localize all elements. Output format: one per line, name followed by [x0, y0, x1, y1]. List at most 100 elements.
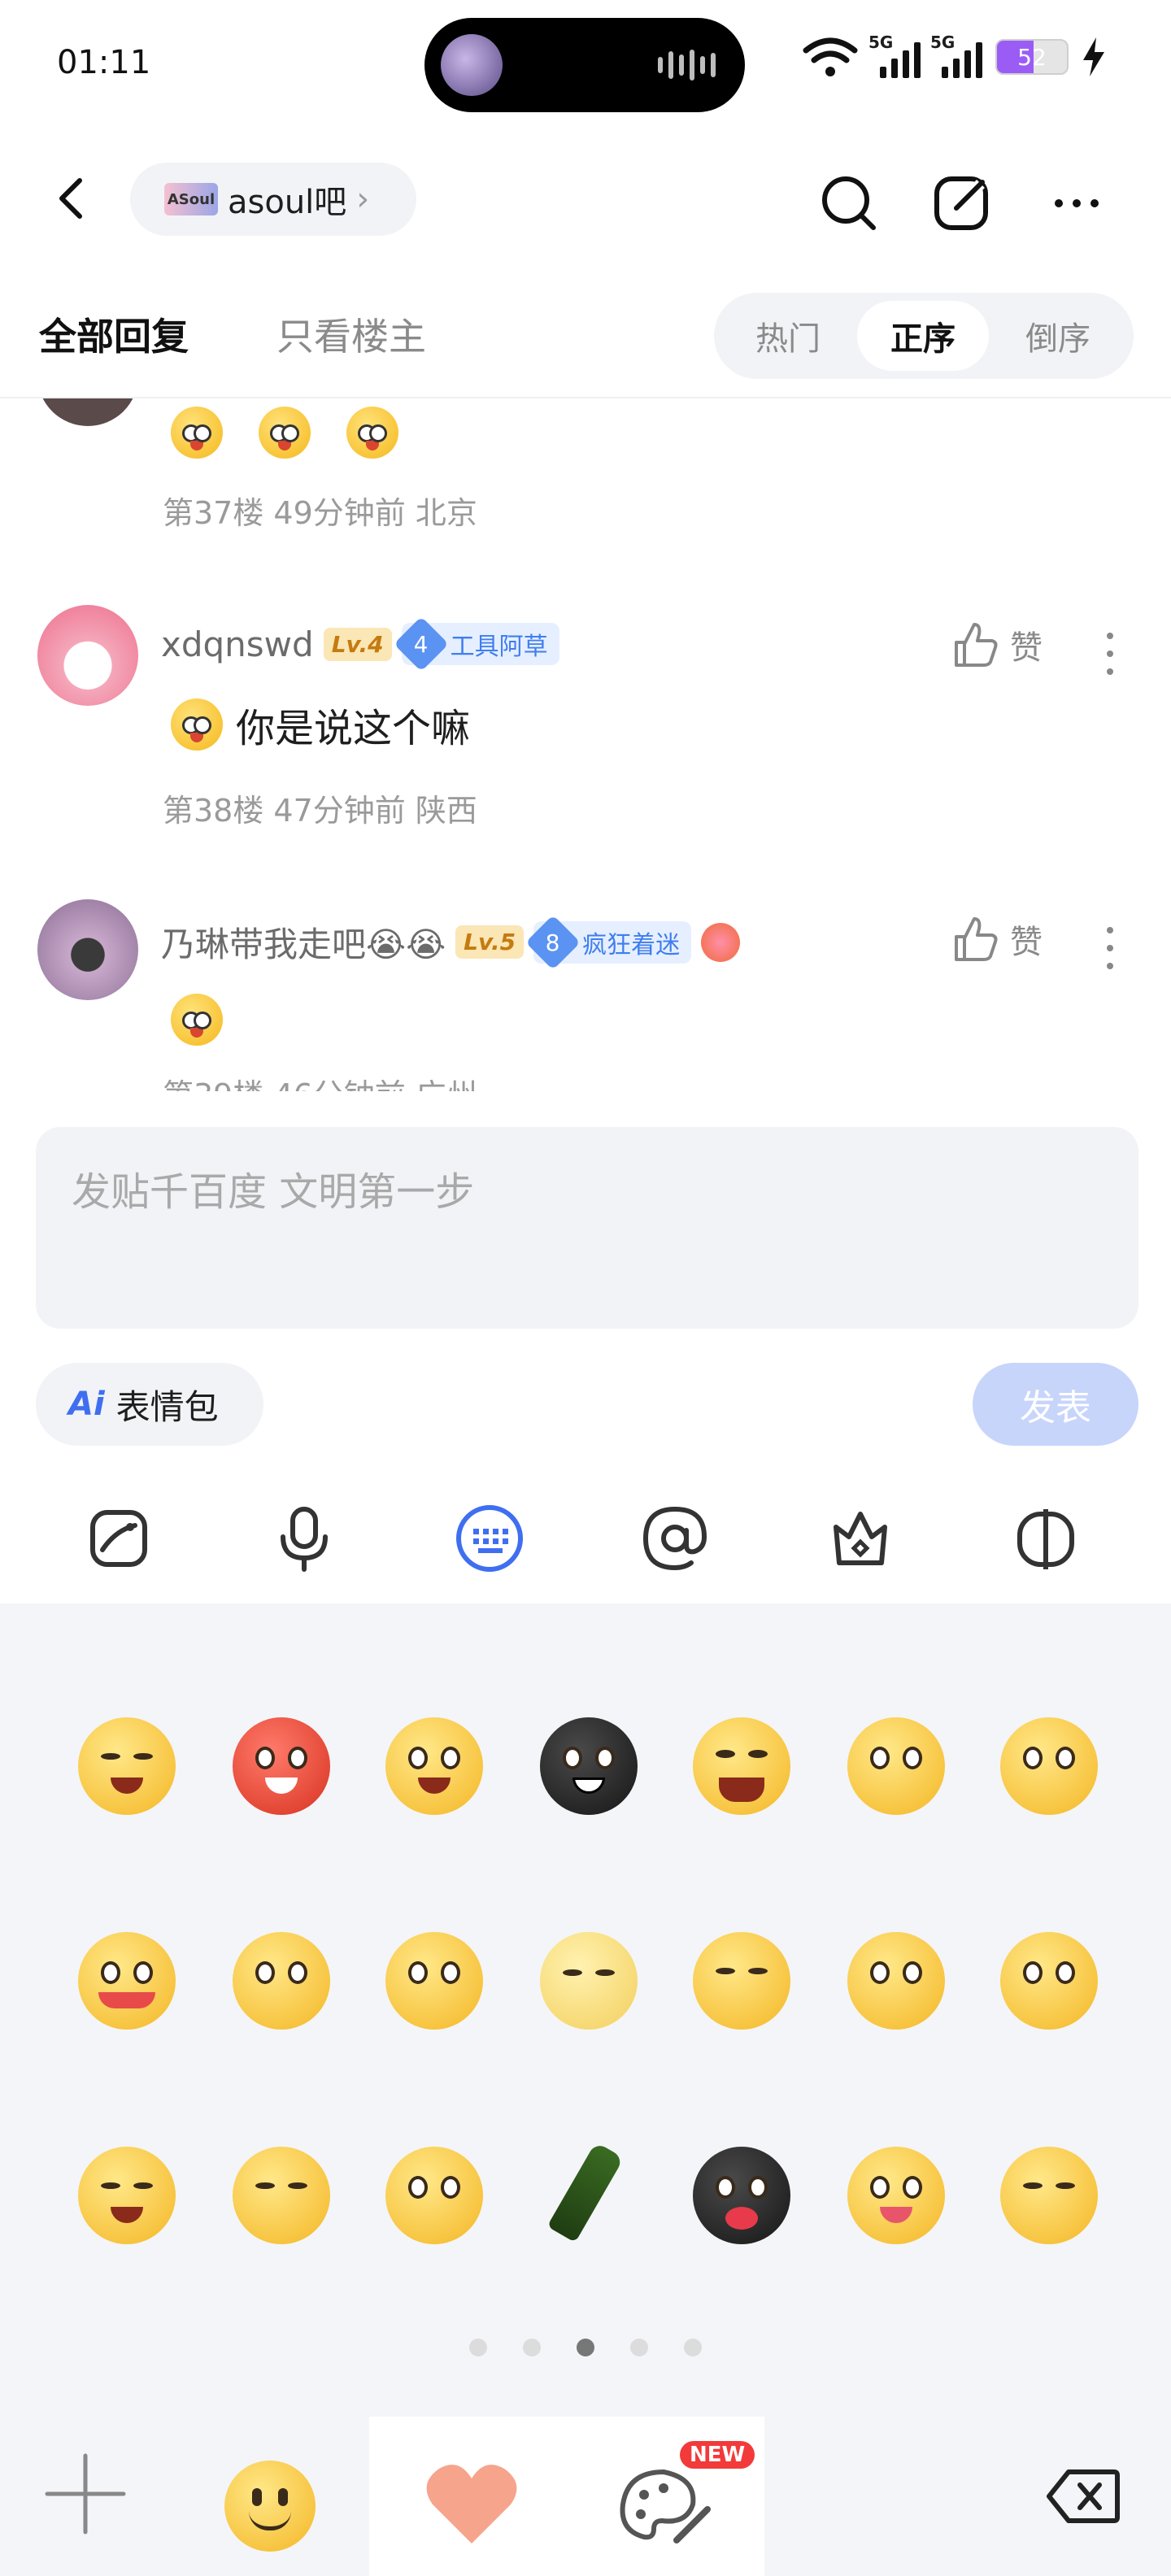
reply-meta: 第38楼 47分钟前 陕西 — [163, 793, 477, 829]
username[interactable]: xdqnswd — [161, 624, 314, 664]
signal-icon: 5G — [868, 33, 921, 78]
at-icon[interactable] — [634, 1498, 716, 1579]
composer: 发贴千百度 文明第一步 Ai 表情包 发表 — [0, 1091, 1171, 1603]
ai-icon: Ai — [68, 1386, 105, 1423]
wifi-icon — [803, 37, 858, 76]
emoji-skeptical-icon[interactable] — [385, 2147, 483, 2244]
dynamic-island[interactable] — [424, 18, 745, 112]
plus-icon[interactable] — [41, 2449, 130, 2539]
like-button[interactable]: 赞 — [951, 621, 1043, 668]
emoji-watermelon-icon[interactable] — [78, 1932, 176, 2030]
avatar — [37, 398, 138, 426]
emoji-hiding-icon[interactable] — [847, 1932, 945, 2030]
reply-tabs: 全部回复 只看楼主 热门 正序 倒序 — [0, 293, 1171, 398]
page-dot[interactable] — [469, 2339, 487, 2356]
palette-category-icon[interactable] — [612, 2462, 717, 2552]
reply-content — [171, 994, 223, 1046]
gift-icon[interactable] — [820, 1498, 901, 1579]
sort-hot[interactable]: 热门 — [722, 301, 854, 371]
back-icon[interactable] — [49, 174, 98, 223]
tab-op-only[interactable]: 只看楼主 — [276, 307, 426, 361]
avatar[interactable] — [37, 899, 138, 1000]
level-badge: Lv.5 — [455, 925, 525, 959]
sort-descending[interactable]: 倒序 — [992, 301, 1124, 371]
charging-icon — [1083, 37, 1104, 76]
emoji-laugh-icon[interactable] — [693, 1717, 790, 1815]
battery-icon: 52 — [995, 39, 1069, 75]
reply-input[interactable]: 发贴千百度 文明第一步 — [36, 1127, 1138, 1329]
diamond-icon: 4 — [393, 616, 449, 672]
search-icon[interactable] — [816, 171, 882, 236]
sticker-icon[interactable] — [78, 1498, 159, 1579]
like-button[interactable]: 赞 — [951, 916, 1043, 963]
audio-wave-icon — [658, 49, 716, 81]
new-badge: NEW — [680, 2441, 755, 2469]
forum-logo: ASoul — [164, 183, 218, 215]
fan-badge: 4 工具阿草 — [393, 616, 559, 672]
flip-icon[interactable] — [1005, 1498, 1086, 1579]
more-vertical-icon[interactable] — [1098, 629, 1122, 678]
backspace-icon[interactable] — [1046, 2467, 1121, 2526]
emoji-panel — [0, 1603, 1171, 2417]
thumbs-up-icon — [955, 623, 998, 667]
emoji-cry-laugh-icon[interactable] — [78, 2147, 176, 2244]
reply-user: xdqnswd Lv.4 4 工具阿草 — [161, 616, 559, 672]
emoji-icon — [171, 994, 223, 1046]
emoji-thinking-icon[interactable] — [385, 1932, 483, 2030]
now-playing-avatar — [441, 34, 503, 96]
sort-toggle: 热门 正序 倒序 — [714, 293, 1134, 379]
emoji-sleepy-icon[interactable] — [1000, 2147, 1098, 2244]
thumbs-up-icon — [955, 917, 998, 961]
more-icon[interactable] — [1044, 171, 1109, 236]
page-dot-active[interactable] — [577, 2339, 594, 2356]
page-dot[interactable] — [630, 2339, 648, 2356]
emoji-shy-icon[interactable] — [847, 1717, 945, 1815]
emoji-peek-icon[interactable] — [693, 1932, 790, 2030]
page-dot[interactable] — [684, 2339, 702, 2356]
reply-meta: 第39楼 46分钟前 广州 — [163, 1070, 477, 1091]
clock: 01:11 — [57, 44, 151, 81]
emoji-surprised-icon[interactable] — [385, 1717, 483, 1815]
keyboard-icon[interactable] — [449, 1498, 530, 1579]
emoji-pack-button[interactable]: Ai 表情包 — [36, 1363, 263, 1446]
page-dot[interactable] — [523, 2339, 541, 2356]
forum-chip[interactable]: ASoul asoul吧 › — [130, 163, 416, 236]
emoji-icon — [171, 698, 223, 751]
emoji-icon — [259, 407, 311, 459]
chevron-right-icon: › — [356, 181, 370, 218]
forum-name: asoul吧 — [228, 184, 347, 221]
emoji-doge-icon[interactable] — [540, 1932, 638, 2030]
reply-list: 第37楼 49分钟前 北京 xdqnswd Lv.4 4 工具阿草 赞 你是说这… — [0, 398, 1171, 1091]
reply-content — [171, 407, 398, 459]
emoji-smirk-icon[interactable] — [78, 1717, 176, 1815]
more-vertical-icon[interactable] — [1098, 924, 1122, 973]
emoji-dizzy-icon[interactable] — [1000, 1717, 1098, 1815]
username[interactable]: 乃琳带我走吧😭😭 — [161, 917, 446, 967]
send-button[interactable]: 发表 — [973, 1363, 1138, 1446]
emoji-category-bar: NEW — [0, 2417, 1171, 2576]
reply-user: 乃琳带我走吧😭😭 Lv.5 8 疯狂着迷 — [161, 914, 741, 970]
fan-badge: 8 疯狂着迷 — [525, 914, 692, 970]
emoji-angry-icon[interactable] — [233, 1717, 330, 1815]
emoji-sweat-icon[interactable] — [233, 2147, 330, 2244]
level-badge: Lv.4 — [323, 627, 392, 661]
emoji-shocked-dark-icon[interactable] — [693, 2147, 790, 2244]
emoji-tongue-glasses-icon[interactable] — [847, 2147, 945, 2244]
emoji-drink-icon[interactable] — [1000, 1932, 1098, 2030]
heart-category-icon[interactable] — [423, 2459, 520, 2548]
emoji-icon — [171, 407, 223, 459]
emoji-pitiful-icon[interactable] — [233, 1932, 330, 2030]
status-bar: 01:11 5G 5G 52 — [0, 0, 1171, 130]
smile-category-icon[interactable] — [224, 2461, 316, 2552]
tab-all-replies[interactable]: 全部回复 — [39, 307, 189, 361]
status-icons: 5G 5G 52 — [802, 33, 1106, 78]
emoji-grin-dark-icon[interactable] — [540, 1717, 638, 1815]
reply-meta: 第37楼 49分钟前 北京 — [163, 495, 477, 531]
champagne-icon[interactable] — [546, 2142, 625, 2243]
microphone-icon[interactable] — [263, 1498, 345, 1579]
top-nav: ASoul asoul吧 › — [0, 154, 1171, 244]
heart-badge-icon — [701, 922, 741, 962]
avatar[interactable] — [37, 605, 138, 706]
edit-icon[interactable] — [930, 171, 995, 236]
sort-ascending[interactable]: 正序 — [857, 301, 989, 371]
